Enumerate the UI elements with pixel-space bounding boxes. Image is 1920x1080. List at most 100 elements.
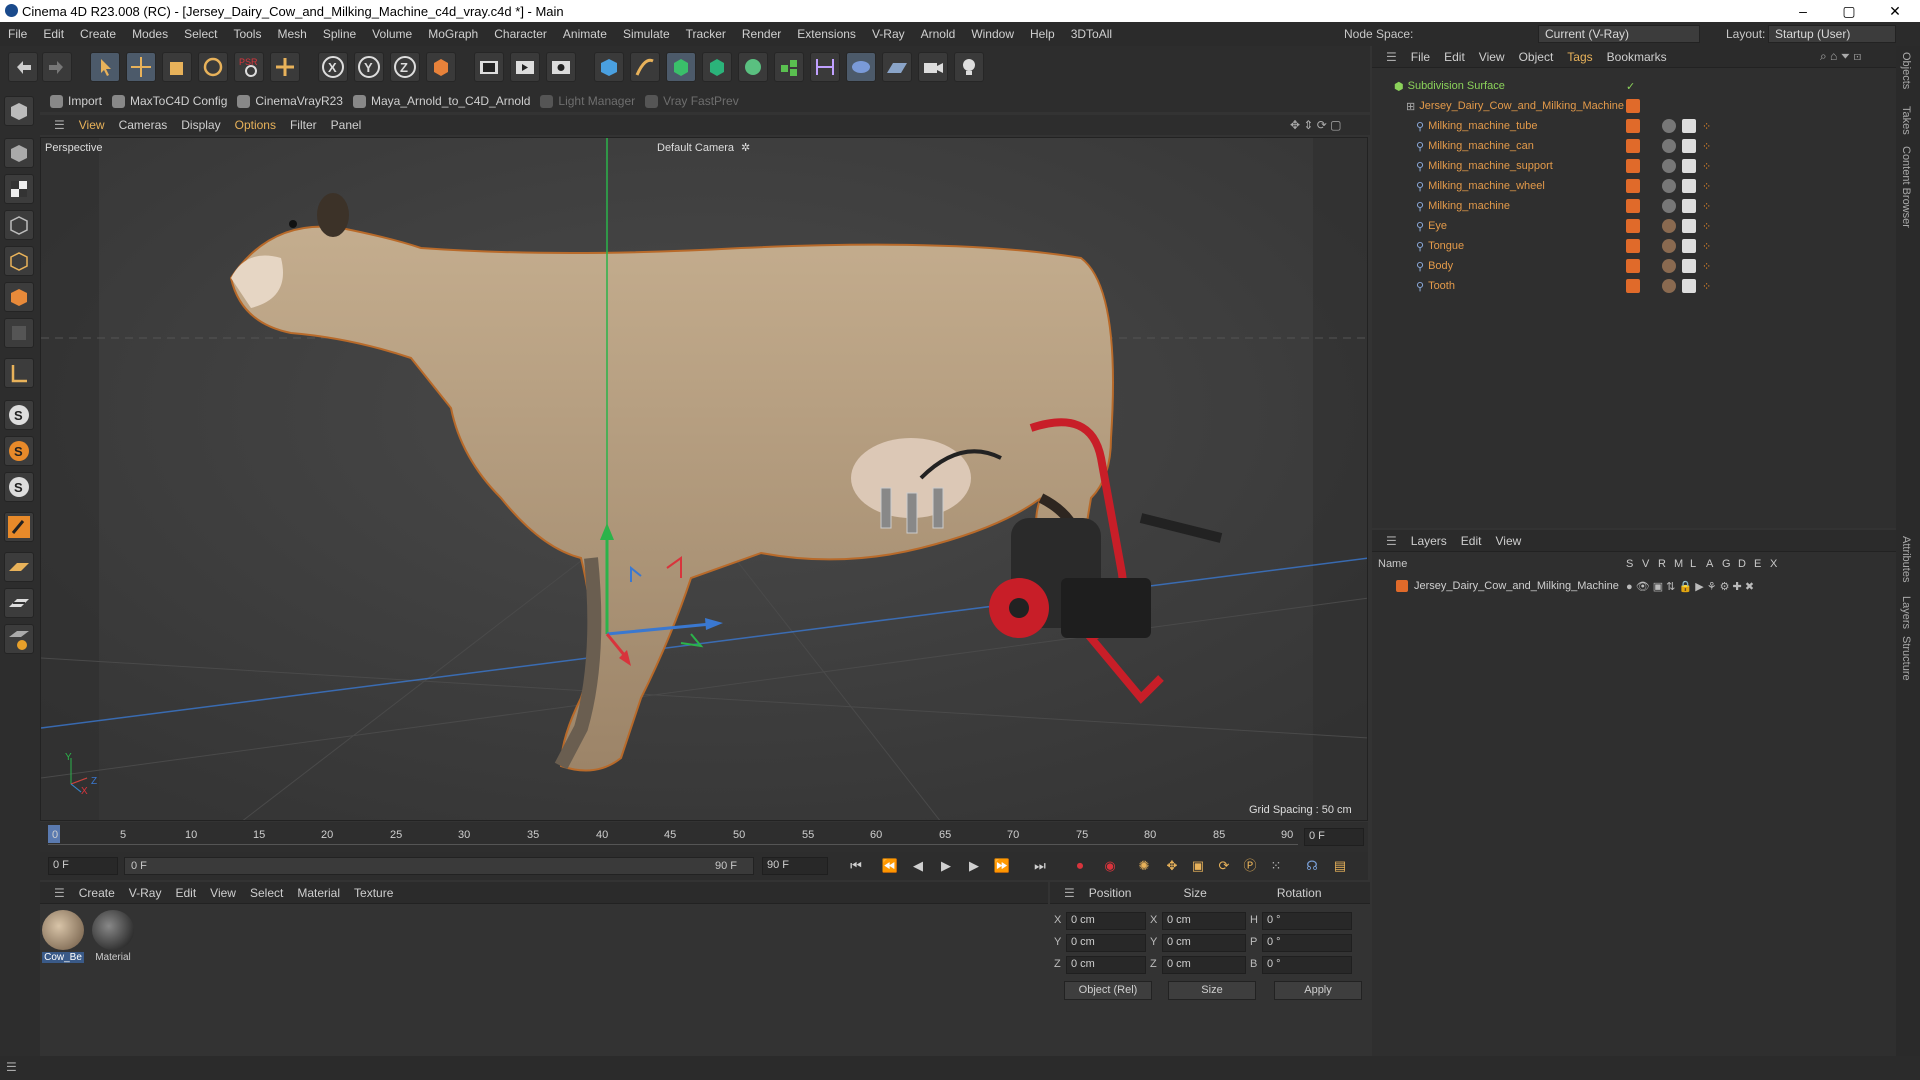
object-row[interactable]: ⚲ Milking_machine_support ⁘ — [1372, 156, 1896, 176]
phong-tag-icon[interactable]: ⁘ — [1702, 120, 1711, 133]
tab-layers[interactable]: Layers — [1900, 596, 1912, 629]
play-icon[interactable]: ▶ — [936, 857, 956, 875]
menu-tools[interactable]: Tools — [225, 27, 269, 41]
menu-character[interactable]: Character — [486, 27, 555, 41]
tab-objects[interactable]: Objects — [1900, 52, 1912, 89]
menu-select[interactable]: Select — [176, 27, 225, 41]
object-row[interactable]: ⚲ Milking_machine_can ⁘ — [1372, 136, 1896, 156]
menu-help[interactable]: Help — [1022, 27, 1063, 41]
menu-spline[interactable]: Spline — [315, 27, 364, 41]
menu-extensions[interactable]: Extensions — [789, 27, 864, 41]
menu-mograph[interactable]: MoGraph — [420, 27, 486, 41]
object-menu-object[interactable]: Object — [1519, 50, 1554, 64]
light-bulb-icon[interactable] — [954, 52, 984, 82]
render-picture-viewer-icon[interactable] — [510, 52, 540, 82]
quantize-icon[interactable]: S — [4, 472, 34, 502]
object-menu-tags[interactable]: Tags — [1567, 50, 1592, 64]
material-name-material[interactable]: Material — [92, 952, 134, 963]
phong-tag-icon[interactable]: ⁘ — [1702, 180, 1711, 193]
field-icon[interactable] — [810, 52, 840, 82]
material-menu-vray[interactable]: V-Ray — [129, 886, 162, 900]
layer-row[interactable]: Jersey_Dairy_Cow_and_Milking_Machine ● 👁… — [1372, 576, 1896, 596]
go-to-end-icon[interactable]: ⏭ — [1030, 857, 1050, 875]
menu-create[interactable]: Create — [72, 27, 124, 41]
python-generator-icon[interactable] — [4, 624, 34, 654]
menu-tracker[interactable]: Tracker — [678, 27, 734, 41]
texture-tag-icon[interactable] — [1682, 199, 1696, 213]
layer-color-tag[interactable] — [1626, 119, 1640, 133]
texture-tag-icon[interactable] — [1682, 259, 1696, 273]
layer-color-tag[interactable] — [1626, 139, 1640, 153]
render-settings-icon[interactable] — [546, 52, 576, 82]
cinemavray-plugin[interactable]: CinemaVrayR23 — [237, 94, 343, 108]
material-tag-icon[interactable] — [1662, 159, 1676, 173]
coordinate-system-icon[interactable] — [426, 52, 456, 82]
coord-hamburger-icon[interactable]: ☰ — [1064, 886, 1075, 900]
make-editable-icon[interactable] — [4, 96, 34, 126]
select-arrow-icon[interactable] — [90, 52, 120, 82]
mograph-cloner-icon[interactable] — [738, 52, 768, 82]
key-pla-icon[interactable]: ⁙ — [1266, 857, 1286, 875]
material-menu-texture[interactable]: Texture — [354, 886, 393, 900]
texture-tag-icon[interactable] — [1682, 239, 1696, 253]
x-axis-lock-icon[interactable]: X — [318, 52, 348, 82]
texture-tag-icon[interactable] — [1682, 179, 1696, 193]
object-row[interactable]: ⚲ Milking_machine_wheel ⁘ — [1372, 176, 1896, 196]
object-name-group[interactable]: Jersey_Dairy_Cow_and_Milking_Machine — [1419, 100, 1624, 112]
live-select-icon[interactable]: PSR — [234, 52, 264, 82]
viewport-menu-panel[interactable]: Panel — [331, 118, 362, 132]
camera-target-icon[interactable]: ✲ — [741, 141, 750, 154]
phong-tag-icon[interactable]: ⁘ — [1702, 240, 1711, 253]
snap-settings-icon[interactable]: S — [4, 436, 34, 466]
subdivision-surface-icon[interactable] — [666, 52, 696, 82]
render-view-icon[interactable] — [474, 52, 504, 82]
layer-menu-view[interactable]: View — [1495, 534, 1521, 548]
close-button[interactable]: ✕ — [1872, 0, 1918, 22]
coord-mode-dropdown[interactable]: Object (Rel) — [1064, 981, 1152, 1000]
object-row[interactable]: ⚲ Tooth ⁘ — [1372, 276, 1896, 296]
material-menu-select[interactable]: Select — [250, 886, 283, 900]
size-z-field[interactable]: 0 cm — [1162, 956, 1246, 974]
start-frame-field[interactable]: 0 F — [48, 857, 118, 875]
object-name[interactable]: Eye — [1428, 220, 1447, 232]
texture-tag-icon[interactable] — [1682, 279, 1696, 293]
menu-animate[interactable]: Animate — [555, 27, 615, 41]
material-tag-icon[interactable] — [1662, 259, 1676, 273]
z-axis-lock-icon[interactable]: Z — [390, 52, 420, 82]
camera-icon[interactable] — [918, 52, 948, 82]
tab-attributes[interactable]: Attributes — [1900, 536, 1912, 582]
y-axis-lock-icon[interactable]: Y — [354, 52, 384, 82]
viewport-menu-options[interactable]: Options — [235, 118, 276, 132]
extrude-generator-icon[interactable] — [702, 52, 732, 82]
layer-color-tag[interactable] — [1626, 239, 1640, 253]
viewport-nav-icons[interactable]: ✥ ⇕ ⟳ ▢ — [1290, 118, 1342, 132]
object-menu-view[interactable]: View — [1479, 50, 1505, 64]
object-menu-edit[interactable]: Edit — [1444, 50, 1465, 64]
object-name[interactable]: Milking_machine — [1428, 200, 1510, 212]
phong-tag-icon[interactable]: ⁘ — [1702, 220, 1711, 233]
material-swatch-material[interactable] — [92, 910, 134, 950]
grid-floor-icon[interactable] — [4, 552, 34, 582]
maya-arnold-plugin[interactable]: Maya_Arnold_to_C4D_Arnold — [352, 94, 530, 108]
size-mode-dropdown[interactable]: Size — [1168, 981, 1256, 1000]
layout-dropdown[interactable]: Startup (User) — [1768, 25, 1896, 43]
key-position-icon[interactable]: ✥ — [1162, 857, 1182, 875]
scale-icon[interactable] — [162, 52, 192, 82]
key-rotation-icon[interactable]: ⟳ — [1214, 857, 1234, 875]
object-name[interactable]: Body — [1428, 260, 1453, 272]
object-name[interactable]: Tongue — [1428, 240, 1464, 252]
texture-tag-icon[interactable] — [1682, 219, 1696, 233]
viewport-menu-display[interactable]: Display — [181, 118, 220, 132]
enabled-check-icon[interactable]: ✓ — [1626, 80, 1635, 93]
node-space-dropdown[interactable]: Current (V-Ray) — [1538, 25, 1700, 43]
material-tag-icon[interactable] — [1662, 219, 1676, 233]
move-icon[interactable] — [126, 52, 156, 82]
layer-hamburger-icon[interactable]: ☰ — [1386, 534, 1397, 548]
add-tool-icon[interactable] — [270, 52, 300, 82]
menu-file[interactable]: File — [0, 27, 35, 41]
material-menu-edit[interactable]: Edit — [175, 886, 196, 900]
object-search-icon[interactable]: ⌕ ⌂ ⏷ ⊡ — [1820, 49, 1861, 64]
snap-icon[interactable]: S — [4, 400, 34, 430]
material-swatch-cow[interactable] — [42, 910, 84, 950]
menu-render[interactable]: Render — [734, 27, 789, 41]
